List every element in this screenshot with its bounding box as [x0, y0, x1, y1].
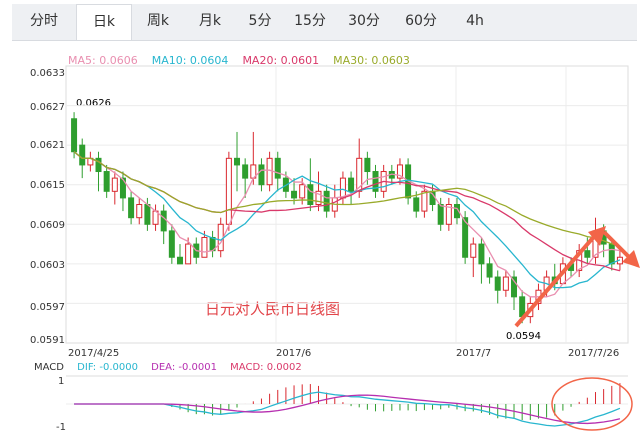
ma30-line — [73, 151, 621, 247]
candle-body — [478, 243, 485, 265]
candle-body — [348, 177, 355, 192]
candle-body — [339, 177, 346, 199]
candle-body — [136, 204, 143, 219]
candle-body — [519, 296, 526, 318]
candle-body — [258, 164, 265, 186]
candle-body — [323, 190, 330, 212]
candle-body — [584, 250, 591, 258]
candle-body — [608, 243, 615, 265]
candle-body — [234, 157, 241, 166]
candle-body — [486, 263, 493, 278]
candle-body — [71, 118, 78, 153]
candle-body — [502, 276, 509, 291]
candlestick-chart — [65, 65, 640, 431]
candle-body — [266, 157, 273, 186]
candle-body — [217, 223, 224, 252]
down-arrow-shaft — [602, 230, 632, 260]
candle-body — [307, 184, 314, 205]
candle-body — [128, 197, 135, 219]
candle-body — [413, 197, 420, 212]
candle-body — [176, 256, 183, 265]
candle-body — [111, 177, 118, 192]
candle-body — [437, 204, 444, 225]
candle-body — [274, 157, 281, 179]
candle-body — [242, 164, 249, 179]
candle-body — [144, 204, 151, 225]
candle-body — [201, 236, 208, 258]
candle-body — [168, 230, 175, 258]
candle-body — [421, 190, 428, 212]
candle-body — [79, 144, 86, 166]
candle-body — [185, 243, 192, 265]
candle-body — [225, 157, 232, 225]
candle-body — [291, 190, 298, 199]
candle-body — [103, 171, 110, 192]
candle-body — [494, 276, 501, 291]
candle-body — [364, 157, 371, 173]
up-arrow-shaft — [514, 230, 600, 328]
candle-body — [160, 210, 167, 232]
candle-body — [299, 184, 306, 199]
candle-body — [470, 243, 477, 258]
